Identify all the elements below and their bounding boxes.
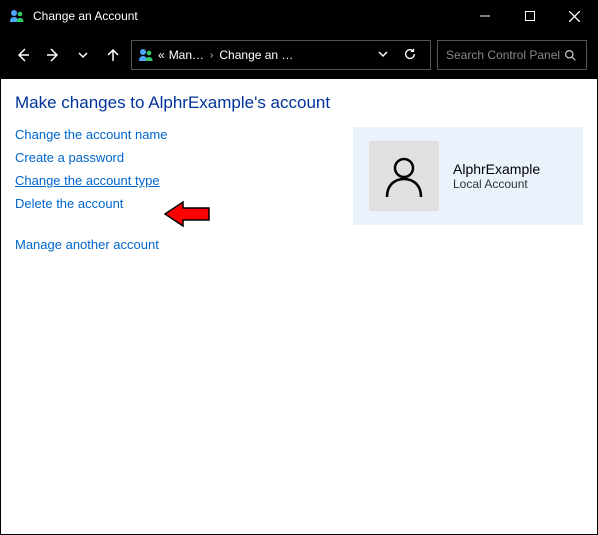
search-placeholder: Search Control Panel: [446, 48, 562, 62]
breadcrumb-prefix[interactable]: «: [158, 48, 165, 62]
account-type: Local Account: [453, 177, 540, 191]
breadcrumb-item-change[interactable]: Change an …: [219, 48, 293, 62]
callout-arrow-icon: [163, 199, 211, 232]
chevron-right-icon: ›: [210, 50, 213, 61]
window-title: Change an Account: [33, 9, 462, 23]
refresh-button[interactable]: [396, 47, 424, 64]
address-bar[interactable]: « Man… › Change an …: [131, 40, 431, 70]
window-controls: [462, 1, 597, 31]
page-title: Make changes to AlphrExample's account: [15, 93, 583, 113]
forward-button[interactable]: [41, 43, 65, 67]
breadcrumb-item-manage[interactable]: Man…: [169, 48, 204, 62]
search-icon[interactable]: [562, 49, 578, 62]
close-button[interactable]: [552, 1, 597, 31]
content-area: Make changes to AlphrExample's account C…: [1, 79, 597, 534]
link-change-account-type[interactable]: Change the account type: [15, 173, 160, 188]
link-create-password[interactable]: Create a password: [15, 150, 124, 165]
account-card: AlphrExample Local Account: [353, 127, 583, 225]
action-links: Change the account name Create a passwor…: [15, 127, 168, 252]
navigation-bar: « Man… › Change an … Search Control Pane…: [1, 31, 597, 79]
search-input[interactable]: Search Control Panel: [437, 40, 587, 70]
up-button[interactable]: [101, 43, 125, 67]
link-change-account-name[interactable]: Change the account name: [15, 127, 168, 142]
maximize-button[interactable]: [507, 1, 552, 31]
account-info: AlphrExample Local Account: [453, 161, 540, 191]
user-accounts-icon: [138, 47, 154, 63]
link-delete-account[interactable]: Delete the account: [15, 196, 123, 211]
account-name: AlphrExample: [453, 161, 540, 177]
minimize-button[interactable]: [462, 1, 507, 31]
titlebar: Change an Account: [1, 1, 597, 31]
link-manage-another-account[interactable]: Manage another account: [15, 237, 159, 252]
recent-dropdown-button[interactable]: [71, 43, 95, 67]
back-button[interactable]: [11, 43, 35, 67]
user-accounts-icon: [9, 8, 25, 24]
address-dropdown-button[interactable]: [374, 49, 392, 62]
avatar: [369, 141, 439, 211]
